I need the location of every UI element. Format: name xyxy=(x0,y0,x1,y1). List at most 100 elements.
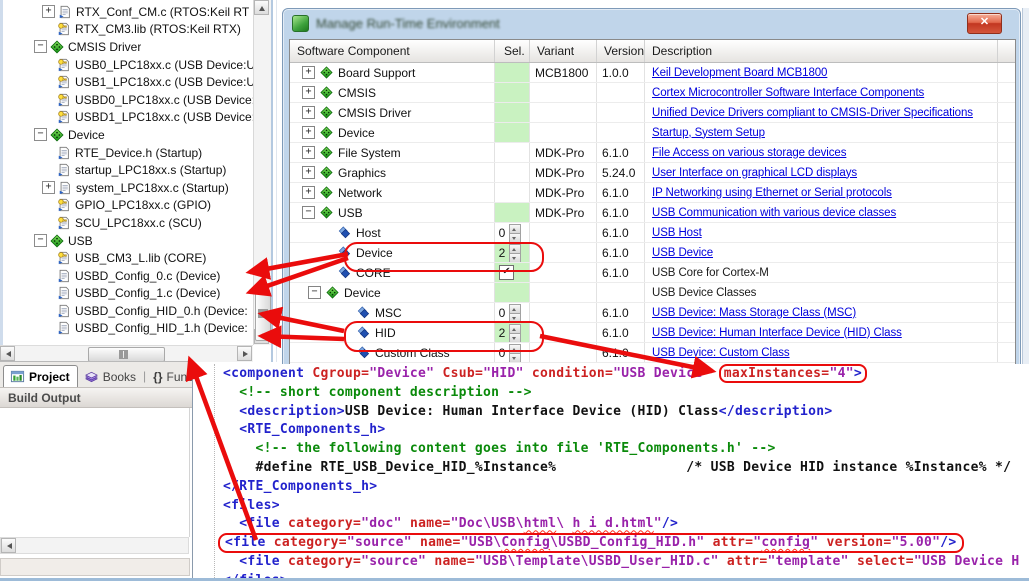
build-output-scrollbar[interactable] xyxy=(0,537,189,554)
tree-item[interactable]: SCU_LPC18xx.c (SCU) xyxy=(3,214,256,232)
tree-vertical-scrollbar[interactable] xyxy=(253,0,271,345)
description-link[interactable]: Keil Development Board MCB1800 xyxy=(652,67,827,79)
description-link[interactable]: IP Networking using Ethernet or Serial p… xyxy=(652,187,892,199)
tree-item[interactable]: USBD_Config_HID_0.h (Device: xyxy=(3,302,256,320)
collapse-icon[interactable]: − xyxy=(308,286,321,299)
collapse-icon[interactable]: − xyxy=(34,234,47,247)
expand-icon[interactable]: + xyxy=(42,181,55,194)
column-header-variant[interactable]: Variant xyxy=(530,40,597,62)
sel-cell[interactable] xyxy=(495,163,530,182)
tree-item[interactable]: RTE_Device.h (Startup) xyxy=(3,144,256,162)
pack-xml-code-panel[interactable]: <component Cgroup="Device" Csub="HID" co… xyxy=(192,364,1029,578)
sel-cell[interactable]: 2 xyxy=(495,243,530,262)
tree-item[interactable]: USB_CM3_L.lib (CORE) xyxy=(3,249,256,267)
component-row[interactable]: +CMSIS DriverUnified Device Drivers comp… xyxy=(290,103,1015,123)
tree-horizontal-scrollbar[interactable] xyxy=(0,345,253,362)
component-row[interactable]: Host06.1.0USB Host xyxy=(290,223,1015,243)
component-row[interactable]: +DeviceStartup, System Setup xyxy=(290,123,1015,143)
component-row[interactable]: +CMSISCortex Microcontroller Software In… xyxy=(290,83,1015,103)
description-link[interactable]: Cortex Microcontroller Software Interfac… xyxy=(652,87,924,99)
spinner-down-icon[interactable] xyxy=(509,233,521,243)
tree-item[interactable]: USBD1_LPC18xx.c (USB Device: xyxy=(3,109,256,127)
dialog-titlebar[interactable]: Manage Run-Time Environment ✕ xyxy=(283,9,1020,39)
build-output-panel[interactable] xyxy=(0,408,190,537)
sel-cell[interactable] xyxy=(495,123,530,142)
tree-item[interactable]: −Device xyxy=(3,126,256,144)
spinner-down-icon[interactable] xyxy=(509,333,521,343)
component-row[interactable]: Device26.1.0USB Device xyxy=(290,243,1015,263)
description-link[interactable]: Startup, System Setup xyxy=(652,127,765,139)
sel-cell[interactable] xyxy=(495,143,530,162)
tab-project[interactable]: Project xyxy=(3,365,78,388)
scrollbar-thumb[interactable] xyxy=(255,293,271,341)
sel-cell[interactable] xyxy=(495,103,530,122)
expand-icon[interactable]: + xyxy=(302,66,315,79)
component-row[interactable]: −DeviceUSB Device Classes xyxy=(290,283,1015,303)
description-link[interactable]: USB Host xyxy=(652,227,702,239)
tree-item[interactable]: −USB xyxy=(3,232,256,250)
description-link[interactable]: USB Device: Mass Storage Class (MSC) xyxy=(652,307,856,319)
instance-count-stepper[interactable] xyxy=(509,304,521,322)
component-row[interactable]: +File SystemMDK-Pro6.1.0File Access on v… xyxy=(290,143,1015,163)
tree-item[interactable]: RTX_CM3.lib (RTOS:Keil RTX) xyxy=(3,21,256,39)
column-header-description[interactable]: Description xyxy=(645,40,998,62)
sel-cell[interactable] xyxy=(495,183,530,202)
tree-item[interactable]: USBD_Config_1.c (Device) xyxy=(3,285,256,303)
instance-count-stepper[interactable] xyxy=(509,244,521,262)
sel-cell[interactable] xyxy=(495,63,530,82)
column-header-software-component[interactable]: Software Component xyxy=(290,40,495,62)
description-link[interactable]: USB Communication with various device cl… xyxy=(652,207,896,219)
description-link[interactable]: Unified Device Drivers compliant to CMSI… xyxy=(652,107,973,119)
close-icon[interactable]: ✕ xyxy=(967,13,1002,34)
expand-icon[interactable]: + xyxy=(302,86,315,99)
instance-count-stepper[interactable] xyxy=(509,224,521,242)
expand-icon[interactable]: + xyxy=(302,126,315,139)
scroll-left-icon[interactable] xyxy=(1,538,16,553)
scroll-up-icon[interactable] xyxy=(254,0,269,15)
component-row[interactable]: +GraphicsMDK-Pro5.24.0User Interface on … xyxy=(290,163,1015,183)
tree-item[interactable]: USBD_Config_HID_1.h (Device: xyxy=(3,320,256,338)
sel-cell[interactable] xyxy=(495,203,530,222)
expand-icon[interactable]: + xyxy=(42,5,55,18)
tree-item[interactable]: startup_LPC18xx.s (Startup) xyxy=(3,161,256,179)
description-link[interactable]: File Access on various storage devices xyxy=(652,147,846,159)
collapse-icon[interactable]: − xyxy=(34,40,47,53)
tree-item[interactable]: −CMSIS Driver xyxy=(3,38,256,56)
component-row[interactable]: HID26.1.0USB Device: Human Interface Dev… xyxy=(290,323,1015,343)
tree-item[interactable]: USB1_LPC18xx.c (USB Device:U xyxy=(3,73,256,91)
scrollbar-thumb-horizontal[interactable] xyxy=(88,347,165,362)
spinner-down-icon[interactable] xyxy=(509,313,521,323)
sel-cell[interactable]: 0 xyxy=(495,343,530,362)
scroll-left-icon[interactable] xyxy=(0,346,15,361)
spinner-down-icon[interactable] xyxy=(509,253,521,263)
tree-item[interactable]: +RTX_Conf_CM.c (RTOS:Keil RT xyxy=(3,3,256,21)
collapse-icon[interactable]: − xyxy=(302,206,315,219)
tab-books[interactable]: Books xyxy=(78,366,143,388)
sel-cell[interactable]: 2 xyxy=(495,323,530,342)
expand-icon[interactable]: + xyxy=(302,146,315,159)
expand-icon[interactable]: + xyxy=(302,106,315,119)
component-row[interactable]: +NetworkMDK-Pro6.1.0IP Networking using … xyxy=(290,183,1015,203)
description-link[interactable]: USB Device: Custom Class xyxy=(652,347,790,359)
checked-checkbox-icon[interactable]: ✔ xyxy=(499,265,514,280)
component-row[interactable]: +Board SupportMCB18001.0.0Keil Developme… xyxy=(290,63,1015,83)
instance-count-stepper[interactable] xyxy=(509,324,521,342)
component-row[interactable]: Custom Class06.1.0USB Device: Custom Cla… xyxy=(290,343,1015,363)
tree-item[interactable]: +system_LPC18xx.c (Startup) xyxy=(3,179,256,197)
sel-cell[interactable]: ✔ xyxy=(495,263,530,282)
sel-cell[interactable] xyxy=(495,283,530,302)
collapse-icon[interactable]: − xyxy=(34,128,47,141)
column-header-version[interactable]: Version xyxy=(597,40,645,62)
tree-item[interactable]: USB0_LPC18xx.c (USB Device:U xyxy=(3,56,256,74)
sel-cell[interactable]: 0 xyxy=(495,303,530,322)
component-row[interactable]: −USBMDK-Pro6.1.0USB Communication with v… xyxy=(290,203,1015,223)
column-header-sel-[interactable]: Sel. xyxy=(495,40,530,62)
description-link[interactable]: USB Device: Human Interface Device (HID)… xyxy=(652,327,902,339)
tree-item[interactable]: USBD0_LPC18xx.c (USB Device: xyxy=(3,91,256,109)
sel-cell[interactable] xyxy=(495,83,530,102)
tree-item[interactable]: GPIO_LPC18xx.c (GPIO) xyxy=(3,197,256,215)
instance-count-stepper[interactable] xyxy=(509,344,521,362)
expand-icon[interactable]: + xyxy=(302,166,315,179)
tree-item[interactable]: USBD_Config_0.c (Device) xyxy=(3,267,256,285)
description-link[interactable]: USB Device xyxy=(652,247,713,259)
